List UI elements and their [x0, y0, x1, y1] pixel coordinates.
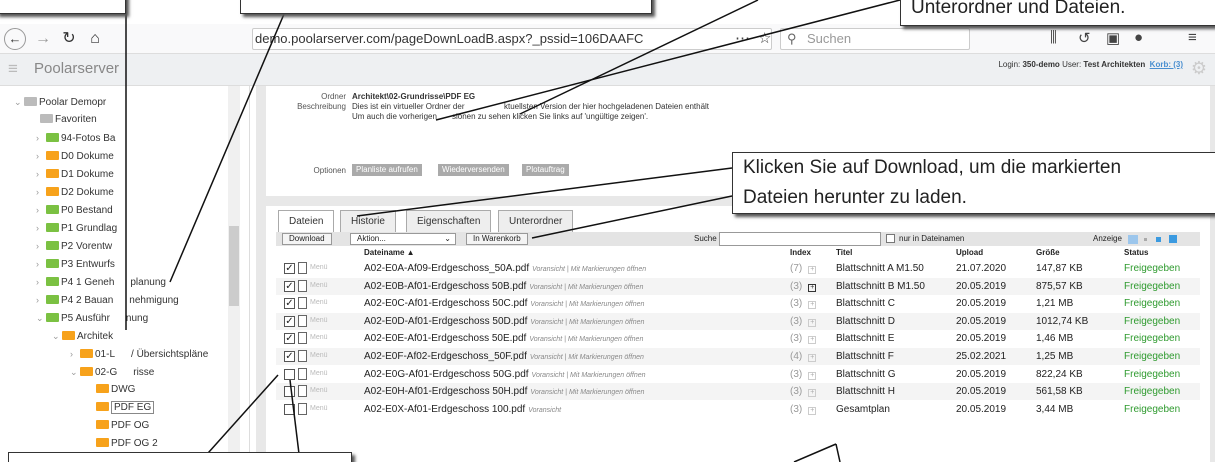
callout-line-download: [356, 167, 733, 217]
callout-subfolders-text: Unterordner und Dateien.: [911, 0, 1126, 18]
callout-line-desc2: [435, 0, 901, 121]
callout-line-desc1: [519, 0, 759, 115]
callout-download-line2: Dateien herunter zu laden.: [743, 187, 967, 208]
callout-line-gesamtplan1: [793, 443, 837, 462]
callout-line-pdfeg: [169, 0, 291, 283]
callout-box-topmid: [240, 0, 652, 14]
callout-lines: [125, 0, 901, 462]
callout-subfolders: Unterordner und Dateien.: [900, 0, 1215, 26]
callout-download-line1: Klicken Sie auf Download, um die markier…: [743, 157, 1122, 178]
callout-box-topleft: [0, 0, 126, 14]
callout-line-gesamtplan2: [835, 443, 841, 462]
callout-line-download2: [531, 195, 733, 239]
callout-line-checkbox1: [199, 374, 279, 462]
callout-line-checkbox2: [289, 379, 301, 462]
screenshot-root: ← → ↻ ⌂ demo.poolarserver.com/pageDownLo…: [0, 0, 1215, 462]
callout-box-bottomleft: [8, 452, 352, 462]
callout-download: Klicken Sie auf Download, um die markier…: [732, 152, 1215, 214]
